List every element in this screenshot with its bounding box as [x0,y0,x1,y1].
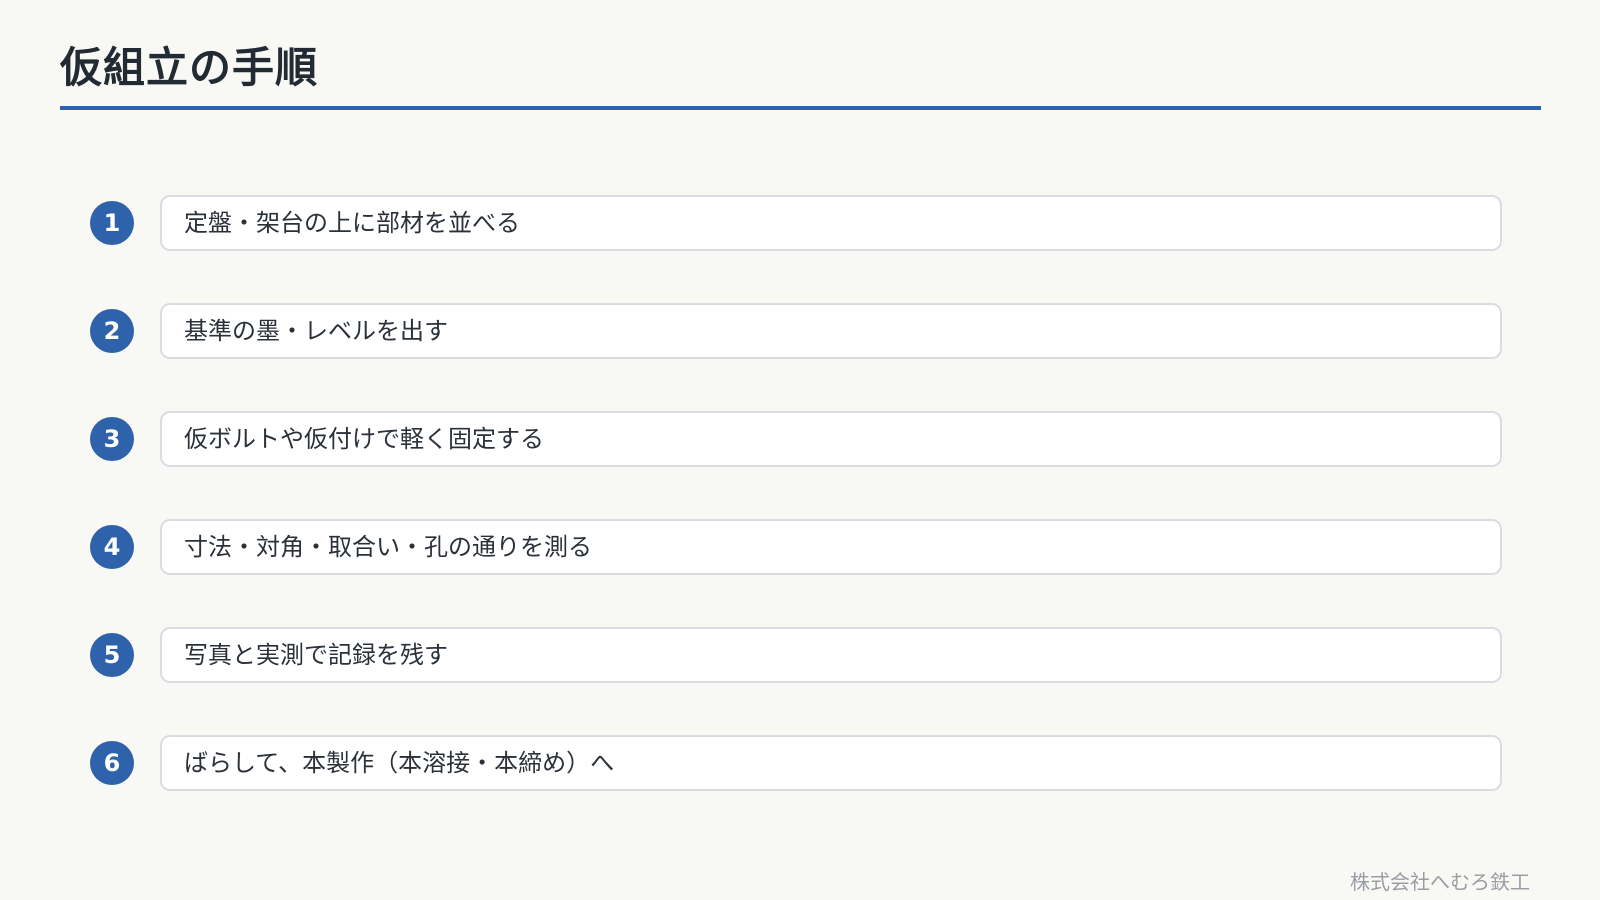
step-text: 基準の墨・レベルを出す [184,317,448,345]
step-item: 6 ばらして、本製作（本溶接・本締め）へ [90,735,1502,791]
step-number-badge: 3 [90,417,134,461]
step-text: 仮ボルトや仮付けで軽く固定する [184,425,544,453]
step-number-badge: 1 [90,201,134,245]
step-number-badge: 2 [90,309,134,353]
title-underline [60,106,1541,110]
step-text: 寸法・対角・取合い・孔の通りを測る [184,533,592,561]
step-item: 3 仮ボルトや仮付けで軽く固定する [90,411,1502,467]
step-text: 写真と実測で記録を残す [184,641,448,669]
step-item: 5 写真と実測で記録を残す [90,627,1502,683]
step-text: 定盤・架台の上に部材を並べる [184,209,520,237]
step-item: 2 基準の墨・レベルを出す [90,303,1502,359]
step-item: 4 寸法・対角・取合い・孔の通りを測る [90,519,1502,575]
step-number-badge: 4 [90,525,134,569]
step-card: 基準の墨・レベルを出す [160,303,1502,359]
step-card: 写真と実測で記録を残す [160,627,1502,683]
step-card: 仮ボルトや仮付けで軽く固定する [160,411,1502,467]
step-number-badge: 5 [90,633,134,677]
step-item: 1 定盤・架台の上に部材を並べる [90,195,1502,251]
step-card: 寸法・対角・取合い・孔の通りを測る [160,519,1502,575]
step-card: ばらして、本製作（本溶接・本締め）へ [160,735,1502,791]
page-title: 仮組立の手順 [60,43,319,92]
step-text: ばらして、本製作（本溶接・本締め）へ [184,749,615,777]
step-card: 定盤・架台の上に部材を並べる [160,195,1502,251]
company-name: 株式会社へむろ鉄工 [1350,870,1530,894]
step-number-badge: 6 [90,741,134,785]
